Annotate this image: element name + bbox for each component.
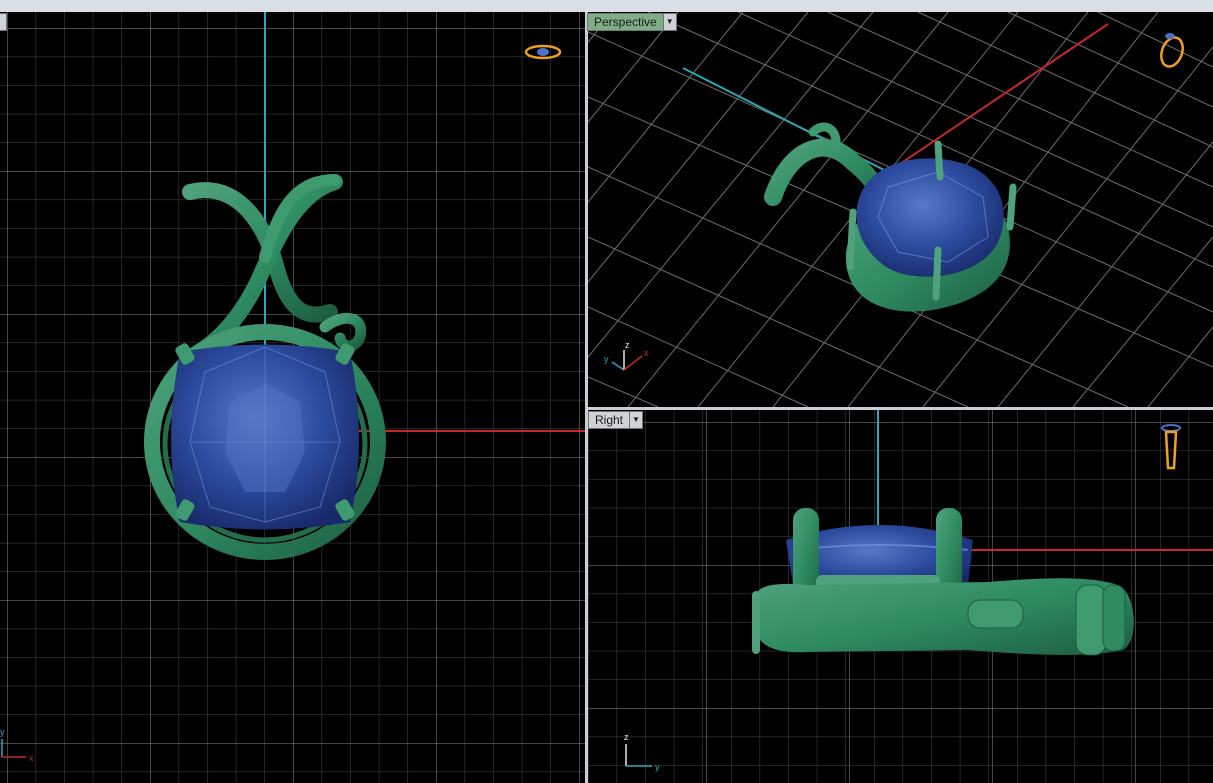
viewport-perspective[interactable]: y z x bbox=[588, 12, 1213, 407]
viewport-label-text: Right bbox=[589, 412, 630, 428]
pendant-model-perspective[interactable] bbox=[764, 122, 1017, 312]
axis-label-x: x bbox=[644, 348, 649, 358]
viewport-top[interactable]: y x bbox=[0, 12, 585, 783]
axis-label-z: z bbox=[624, 732, 629, 742]
axis-label-y: y bbox=[604, 354, 609, 364]
viewport-right[interactable]: z y bbox=[588, 410, 1213, 783]
chevron-down-icon[interactable]: ▼ bbox=[662, 14, 676, 30]
top-viewport-label-stub[interactable] bbox=[0, 13, 7, 31]
axis-indicator-perspective: y z x bbox=[604, 340, 649, 371]
axis-label-y: y bbox=[655, 762, 660, 772]
axis-label-z: z bbox=[625, 340, 630, 350]
right-viewport-canvas[interactable]: z y bbox=[588, 410, 1213, 783]
chevron-down-icon[interactable]: ▼ bbox=[629, 412, 643, 428]
x-axis-line bbox=[887, 23, 1109, 173]
perspective-viewport-label[interactable]: Perspective ▼ bbox=[587, 13, 677, 31]
right-viewport-label[interactable]: Right ▼ bbox=[588, 411, 644, 429]
ring-navigation-icon[interactable] bbox=[1157, 33, 1186, 70]
perspective-viewport-canvas[interactable]: y z x bbox=[588, 12, 1213, 407]
axis-label-y: y bbox=[0, 727, 5, 737]
top-viewport-canvas[interactable]: y x bbox=[0, 12, 585, 783]
axis-label-x: x bbox=[29, 753, 34, 763]
viewport-label-text: Perspective bbox=[588, 14, 663, 30]
